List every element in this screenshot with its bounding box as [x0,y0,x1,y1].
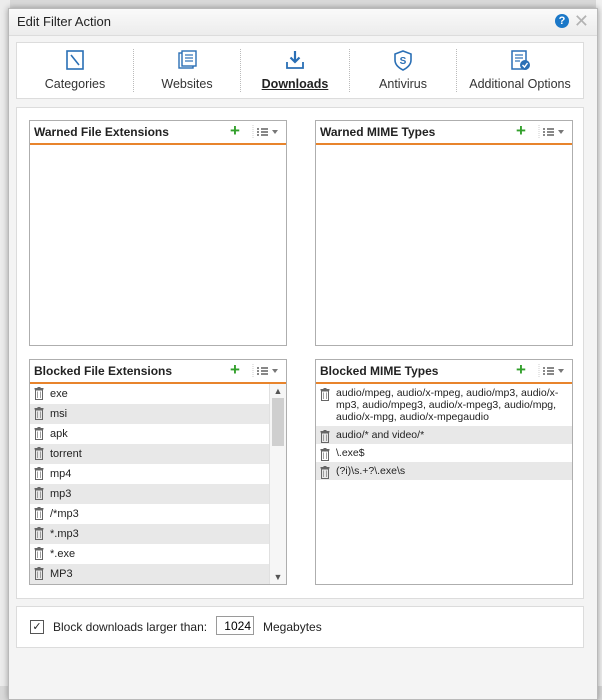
tab-antivirus[interactable]: S Antivirus [350,43,456,98]
size-unit-label: Megabytes [263,620,322,634]
blocked-file-extensions-panel: Blocked File Extensions + exe msi apk torre… [29,359,287,585]
list-item[interactable]: torrent [30,444,270,464]
list-item-text: mp4 [50,468,72,480]
list-item-text: \.exe$ [336,447,365,459]
list-item-text: *.mp3 [50,528,79,540]
trash-icon[interactable] [34,507,44,520]
list-item[interactable]: (?i)\s.+?\.exe\s [316,462,572,480]
scroll-thumb[interactable] [272,398,284,446]
list-item-text: *.exe [50,548,76,560]
panel-header: Blocked File Extensions + [30,360,286,384]
add-icon[interactable]: + [230,361,240,379]
panel-list [316,145,572,345]
scroll-down-icon[interactable]: ▼ [270,570,286,584]
trash-icon[interactable] [320,466,330,479]
block-large-downloads-label: Block downloads larger than: [53,620,208,634]
categories-icon [66,50,84,70]
panel-title: Blocked MIME Types [320,364,439,378]
list-item[interactable]: apk [30,424,270,444]
trash-icon[interactable] [34,527,44,540]
list-item[interactable]: /*mp3 [30,504,270,524]
trash-icon[interactable] [34,547,44,560]
list-item-text: apk [50,428,68,440]
trash-icon[interactable] [320,388,330,401]
panel-title: Warned MIME Types [320,125,436,139]
panel-title: Blocked File Extensions [34,364,173,378]
add-icon[interactable]: + [516,122,526,140]
list-item[interactable]: audio/mpeg, audio/x-mpeg, audio/mp3, aud… [316,384,572,426]
trash-icon[interactable] [34,567,44,580]
panel-header: Warned MIME Types + [316,121,572,145]
list-item[interactable]: *.exe [30,544,270,564]
list-item[interactable]: MP3 [30,564,270,584]
svg-text:S: S [400,56,407,67]
list-item[interactable]: mp4 [30,464,270,484]
panel-title: Warned File Extensions [34,125,169,139]
list-menu-icon[interactable] [252,364,280,378]
scrollbar[interactable]: ▲ ▼ [269,384,286,584]
scroll-up-icon[interactable]: ▲ [270,384,286,398]
add-icon[interactable]: + [230,122,240,140]
list-item[interactable]: mp3 [30,484,270,504]
panel-list [30,145,286,345]
list-item[interactable]: \.exe$ [316,444,572,462]
trash-icon[interactable] [34,447,44,460]
tab-additional-options[interactable]: Additional Options [457,43,583,98]
list-menu-icon[interactable] [252,125,280,139]
tab-websites[interactable]: Websites [134,43,240,98]
edit-filter-action-dialog: Edit Filter Action ? ✕ Categories Websit… [8,8,598,700]
panel-header: Warned File Extensions + [30,121,286,145]
warned-file-extensions-panel: Warned File Extensions + [29,120,287,346]
list-item[interactable]: *.mp3 [30,524,270,544]
dialog-title: Edit Filter Action [17,14,111,29]
list-item-text: msi [50,408,68,420]
list-item-text: (?i)\s.+?\.exe\s [336,465,406,477]
warned-mime-types-panel: Warned MIME Types + [315,120,573,346]
list-item-text: MP3 [50,568,73,580]
list-menu-icon[interactable] [538,125,566,139]
panel-header: Blocked MIME Types + [316,360,572,384]
block-large-downloads-checkbox[interactable]: ✓ [30,620,44,634]
panel-list: audio/mpeg, audio/x-mpeg, audio/mp3, aud… [316,384,572,584]
list-item-text: exe [50,388,68,400]
list-item[interactable]: msi [30,404,270,424]
tab-categories[interactable]: Categories [17,43,133,98]
tab-label: Downloads [261,77,329,91]
list-item-text: mp3 [50,488,72,500]
close-icon[interactable]: ✕ [574,11,589,31]
trash-icon[interactable] [34,387,44,400]
tab-label: Categories [44,77,106,91]
dialog-titlebar: Edit Filter Action ? ✕ [9,9,597,36]
list-item-text: /*mp3 [50,508,79,520]
tab-downloads[interactable]: Downloads [241,43,349,98]
list-item-text: audio/* and video/* [336,429,425,441]
trash-icon[interactable] [34,407,44,420]
list-item[interactable]: audio/* and video/* [316,426,572,444]
tab-label: Additional Options [469,77,571,91]
trash-icon[interactable] [34,467,44,480]
list-menu-icon[interactable] [538,364,566,378]
download-size-limit-bar: ✓ Block downloads larger than: Megabytes [16,606,584,648]
add-icon[interactable]: + [516,361,526,379]
downloads-icon [286,51,304,69]
additional-options-icon [511,50,530,70]
downloads-content: Warned File Extensions + Warned MIME Typ… [16,107,584,599]
trash-icon[interactable] [320,430,330,443]
trash-icon[interactable] [34,487,44,500]
tab-label: Websites [161,77,213,91]
tab-label: Antivirus [379,77,427,91]
panel-list: exe msi apk torrent mp4 mp3 /*mp3 *.mp3 *.exe MP3… [30,384,286,584]
blocked-mime-types-panel: Blocked MIME Types + audio/mpeg, audio/x… [315,359,573,585]
antivirus-icon: S [394,50,412,71]
tab-bar: Categories Websites Downloads S Antiviru… [16,42,584,99]
list-item-text: torrent [50,448,82,460]
list-item[interactable]: exe [30,384,270,404]
trash-icon[interactable] [320,448,330,461]
download-size-input[interactable] [216,616,254,635]
websites-icon [178,50,197,69]
help-icon[interactable]: ? [555,14,569,28]
trash-icon[interactable] [34,427,44,440]
list-item-text: audio/mpeg, audio/x-mpeg, audio/mp3, aud… [336,387,559,423]
